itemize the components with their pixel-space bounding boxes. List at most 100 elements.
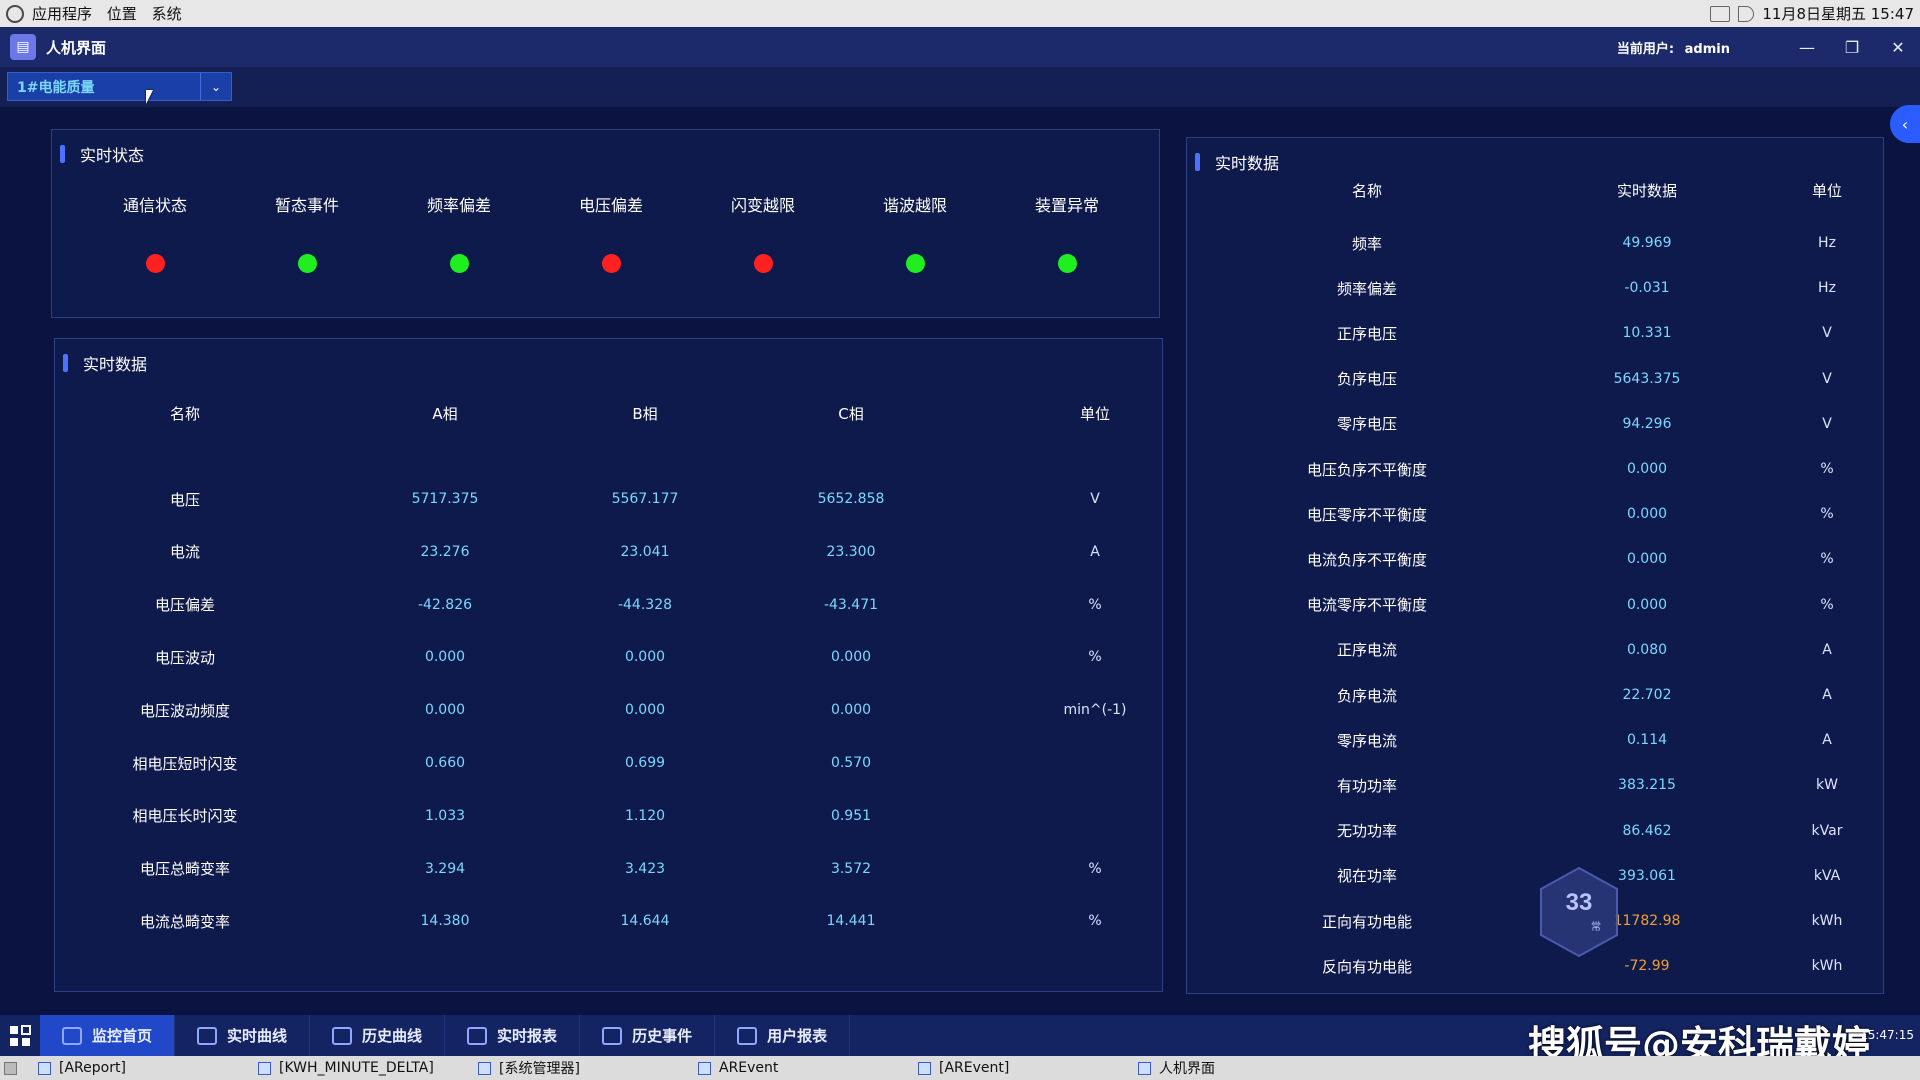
show-desktop-icon[interactable] [4,1056,25,1080]
row-value: 0.000 [1626,506,1668,523]
status-dot-icon [449,254,469,273]
row-name: 负序电压 [1336,370,1397,389]
row-value: 383.215 [1618,777,1676,794]
menu-applications[interactable]: 应用程序 [32,5,92,23]
network-icon[interactable] [1710,5,1731,22]
row-unit: Hz [1818,235,1836,251]
system-menu: 应用程序 位置 系统 [32,3,192,24]
nav-tab[interactable]: 实时报表 [445,1015,581,1056]
row-unit: % [1820,551,1834,568]
taskbar-item[interactable]: [AReport] [38,1056,248,1080]
row-value: 10.331 [1622,325,1672,342]
volume-icon[interactable] [1738,5,1755,22]
taskbar-item[interactable]: 人机界面 [1138,1056,1348,1080]
device-select[interactable]: 1#电能质量 ⌄ [7,72,232,101]
nav-tab-icon [62,1026,82,1045]
table-header-row: 名称 实时数据 单位 [1187,180,1883,200]
row-name: 电流负序不平衡度 [1306,550,1427,569]
table-row: 正向有功电能 11782.98 kWh [1187,911,1883,931]
row-unit: V [1822,415,1832,432]
row-unit: kW [1816,777,1838,794]
phase-b-value: 0.000 [624,702,666,719]
taskbar-item[interactable]: [AREvent] [918,1056,1128,1080]
row-name: 有功功率 [1336,776,1397,795]
row-value: 0.000 [1626,551,1668,568]
taskbar-item[interactable]: [KWH_MINUTE_DELTA] [258,1056,468,1080]
app-grid-icon[interactable] [0,1015,40,1056]
row-name: 电流总畸变率 [139,912,230,931]
column-header: B相 [632,404,658,423]
row-name: 负序电流 [1336,686,1397,705]
table-row: 电压总畸变率 3.294 3.423 3.572% [55,859,1162,879]
menu-system[interactable]: 系统 [152,5,182,23]
row-value: 0.114 [1626,732,1668,749]
table-row: 相电压长时闪变 1.033 1.120 0.951 [55,806,1162,826]
taskbar-item-label: [KWH_MINUTE_DELTA] [279,1060,434,1076]
floating-badge[interactable]: 33 常 [1538,866,1620,958]
status-indicator: 频率偏差 [383,192,535,273]
phase-a-value: 1.033 [424,807,466,824]
status-dot-icon [601,254,621,273]
system-logo-icon[interactable] [6,4,24,23]
nav-tab-label: 用户报表 [767,1027,828,1045]
taskbar-item[interactable]: [系统管理器] [478,1056,688,1080]
nav-tab[interactable]: 历史事件 [580,1015,716,1056]
phase-c-value: 0.000 [830,649,872,666]
current-user-name: admin [1684,41,1730,57]
side-panel-toggle[interactable]: ‹ [1890,105,1920,143]
phase-a-value: 0.000 [424,702,466,719]
table-row: 电压零序不平衡度 0.000% [1187,504,1883,524]
status-dot-icon [1057,254,1077,273]
nav-tab-icon [737,1026,758,1045]
nav-tab-label: 实时曲线 [227,1027,288,1045]
row-name: 反向有功电能 [1321,957,1412,976]
table-row: 电流负序不平衡度 0.000% [1187,549,1883,569]
chevron-down-icon[interactable]: ⌄ [200,73,231,100]
status-label: 频率偏差 [426,196,491,215]
minimize-icon[interactable]: — [1787,27,1827,67]
nav-tab[interactable]: 历史曲线 [310,1015,446,1056]
table-row: 电压 5717.375 5567.177 5652.858 V [55,489,1162,509]
summary-data-table: 名称 实时数据 单位 频率 49.969 Hz 频率偏差 -0.031 Hz 正序电压 10.331… [1187,138,1883,993]
table-row: 电流 23.276 23.041 23.300 A [55,542,1162,562]
phase-c-value: 0.570 [830,755,872,771]
table-row: 零序电压 94.296 V [1187,414,1883,434]
row-name: 正序电流 [1336,641,1397,660]
window-icon [38,1061,51,1075]
phase-a-value: 3.294 [424,860,466,877]
app-icon: ▤ [10,34,36,60]
close-icon[interactable]: ✕ [1878,27,1918,67]
phase-a-value: 5717.375 [411,491,479,507]
table-row: 相电压短时闪变 0.660 0.699 0.570 [55,753,1162,773]
row-unit: V [1822,370,1832,387]
nav-tab-icon [197,1026,218,1045]
phase-c-value: 14.441 [826,913,876,930]
current-user: 当前用户: admin [1611,38,1730,57]
system-clock[interactable]: 11月8日星期五 15:47 [1762,3,1914,24]
phase-a-value: -42.826 [417,596,473,613]
column-header: 名称 [1351,181,1382,200]
status-indicators: 通信状态 暂态事件 频率偏差 电压偏差 闪变越限 谐波越限 装置异常 [79,192,1186,273]
status-dot-icon [145,254,165,273]
table-row: 电流零序不平衡度 0.000% [1187,595,1883,615]
nav-tab-label: 历史事件 [632,1027,693,1045]
taskbar-item[interactable]: AREvent [698,1056,908,1080]
table-row: 零序电流 0.114 A [1187,730,1883,750]
nav-tab[interactable]: 实时曲线 [175,1015,311,1056]
row-name: 正向有功电能 [1321,912,1412,931]
menu-places[interactable]: 位置 [107,5,137,23]
restore-icon[interactable]: ❐ [1832,27,1872,67]
window-icon [258,1061,271,1075]
phase-b-value: 0.000 [624,649,666,666]
row-unit: A [1822,687,1832,703]
status-label: 电压偏差 [578,196,643,215]
chevron-left-icon: ‹ [1901,114,1909,134]
nav-tab-label: 历史曲线 [362,1027,423,1045]
status-label: 闪变越限 [730,196,795,215]
taskbar-item-label: 人机界面 [1159,1061,1215,1077]
nav-tabs: 监控首页 实时曲线 历史曲线 实时报表 历史事件 用户报表 [40,1015,851,1056]
header-accent-bar [60,145,65,163]
row-name: 相电压长时闪变 [132,807,238,826]
nav-tab[interactable]: 用户报表 [715,1015,851,1056]
nav-tab[interactable]: 监控首页 [40,1015,176,1056]
